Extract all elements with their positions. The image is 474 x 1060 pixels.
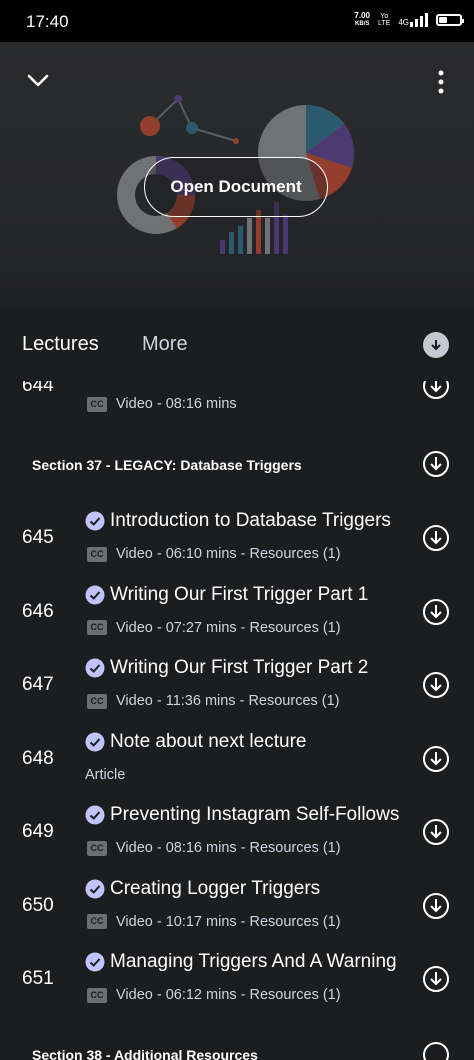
lecture-number: 644 (22, 381, 54, 396)
completed-check-icon (85, 658, 105, 678)
tab-lectures[interactable]: Lectures (22, 333, 99, 356)
lecture-meta: CC Video - 10:17 mins - Resources (1) (87, 914, 341, 930)
download-icon[interactable] (422, 524, 450, 552)
cc-icon: CC (87, 987, 107, 1003)
completed-check-icon (85, 585, 105, 604)
signal-icon (410, 13, 428, 27)
download-icon[interactable] (422, 1041, 450, 1060)
cc-icon: CC (87, 693, 107, 709)
lecture-title: Writing Our First Trigger Part 2 (110, 657, 369, 678)
lecture-number: 646 (22, 600, 54, 622)
cc-icon: CC (87, 840, 107, 856)
volte-indicator: Yo LTE (378, 13, 391, 27)
download-icon[interactable] (422, 381, 450, 400)
lecture-number: 650 (22, 894, 54, 916)
lecture-title: Managing Triggers And A Warning (110, 951, 397, 972)
completed-check-icon (85, 511, 105, 531)
cc-icon: CC (87, 396, 107, 412)
network-indicator: 4G (398, 13, 428, 27)
lecture-number: 648 (22, 747, 54, 769)
open-document-button[interactable]: Open Document (144, 157, 328, 217)
tab-more[interactable]: More (142, 333, 188, 356)
completed-check-icon (85, 732, 105, 751)
section-title: Section 38 - Additional Resources (32, 1047, 258, 1060)
download-icon[interactable] (422, 598, 450, 626)
cc-icon: CC (87, 546, 107, 562)
lecture-number: 651 (22, 968, 54, 989)
cc-icon: CC (87, 914, 107, 929)
completed-check-icon (85, 952, 105, 972)
lecture-title: Preventing Instagram Self-Follows (110, 804, 400, 825)
download-icon[interactable] (422, 450, 450, 478)
download-icon[interactable] (422, 671, 450, 699)
section-title: Section 37 - LEGACY: Database Triggers (32, 457, 302, 473)
lecture-meta: CC Video - 11:36 mins - Resources (1) (87, 693, 340, 709)
download-all-button[interactable] (423, 332, 449, 358)
status-bar: 17:40 7.00 KB/S Yo LTE 4G (0, 0, 474, 42)
curriculum-list: 644 CC Video - 08:16 mins Section 37 - L… (0, 381, 474, 1060)
lecture-meta: CC Video - 08:16 mins - Resources (1) (87, 840, 341, 856)
lecture-meta: CC Video - 06:10 mins - Resources (1) (87, 546, 341, 562)
status-icons: 7.00 KB/S Yo LTE 4G (354, 11, 464, 28)
more-vertical-icon[interactable] (436, 70, 446, 94)
lecture-header: Open Document (0, 42, 474, 307)
download-icon[interactable] (422, 965, 450, 993)
lecture-number: 645 (22, 527, 54, 548)
completed-check-icon (85, 879, 105, 898)
status-time: 17:40 (26, 12, 69, 31)
chevron-down-icon[interactable] (26, 70, 50, 90)
tab-bar: Lectures More (0, 307, 474, 379)
network-speed: 7.00 KB/S (354, 11, 370, 28)
lecture-number: 649 (22, 821, 54, 842)
lecture-meta: Article (85, 766, 126, 783)
download-icon[interactable] (422, 892, 450, 920)
lecture-title: Writing Our First Trigger Part 1 (110, 583, 369, 605)
download-icon[interactable] (422, 818, 450, 846)
download-icon[interactable] (422, 745, 450, 773)
lecture-meta: CC Video - 07:27 mins - Resources (1) (87, 620, 341, 636)
lecture-title: Introduction to Database Triggers (110, 510, 391, 531)
lecture-title: Note about next lecture (110, 730, 307, 752)
download-arrow-icon (431, 340, 441, 351)
completed-check-icon (85, 805, 105, 825)
battery-icon (436, 14, 464, 26)
lecture-title: Creating Logger Triggers (110, 877, 321, 899)
lecture-number: 647 (22, 674, 54, 695)
cc-icon: CC (87, 620, 107, 635)
lecture-meta: CC Video - 08:16 mins (87, 396, 237, 412)
lecture-meta: CC Video - 06:12 mins - Resources (1) (87, 987, 341, 1003)
